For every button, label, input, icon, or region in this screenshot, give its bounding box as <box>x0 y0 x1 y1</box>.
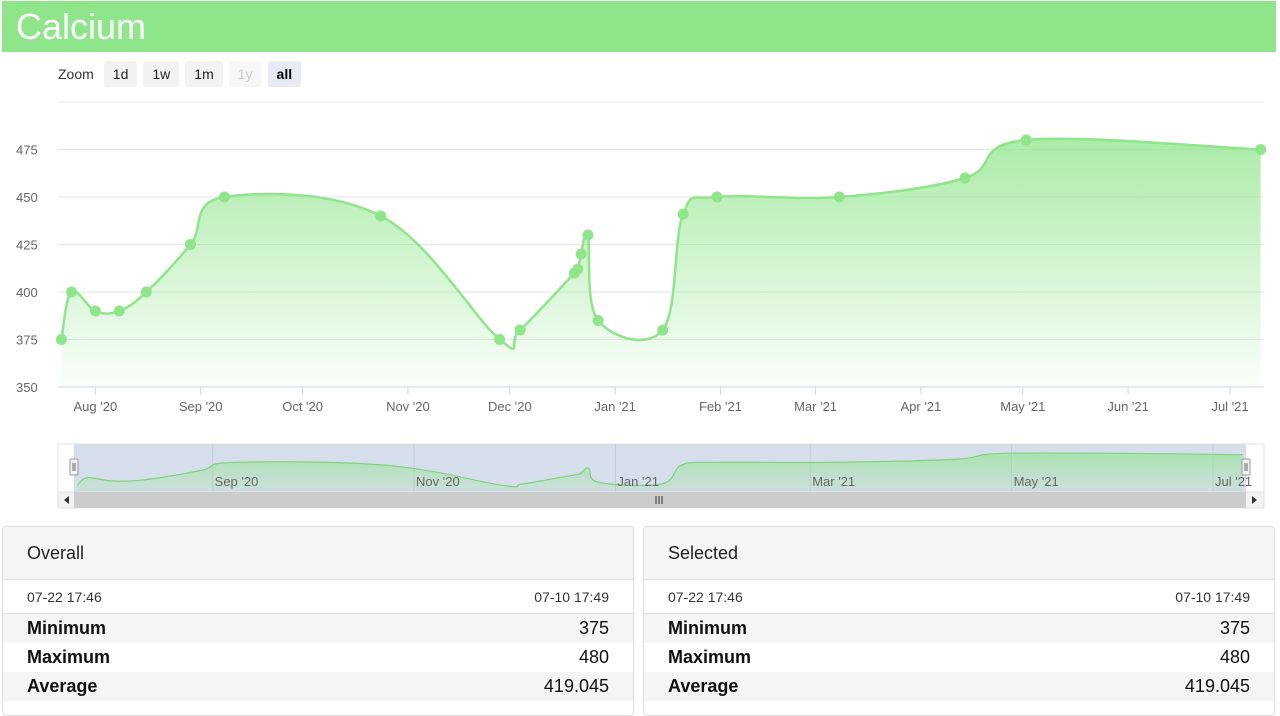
data-point <box>514 324 526 336</box>
x-axis: Aug '20 Sep '20 Oct '20 Nov '20 Dec '20 Jan '… <box>58 386 1264 414</box>
navigator[interactable]: Sep '20 Nov '20 Jan '21 Mar '21 May '21 Jul '… <box>57 443 1265 509</box>
data-point <box>657 324 669 336</box>
y-tick-label: 400 <box>16 285 38 300</box>
data-point <box>1020 134 1032 146</box>
data-point <box>89 305 101 317</box>
data-point <box>375 210 387 222</box>
stat-label: Maximum <box>668 647 752 667</box>
navigator-right-handle <box>1241 458 1251 476</box>
selected-range: 07-22 17:46 07-10 17:49 <box>644 580 1274 614</box>
scrollbar-thumb <box>74 492 1246 508</box>
navigator-tick-label: May '21 <box>1014 474 1059 489</box>
y-tick-label: 475 <box>16 143 38 158</box>
data-point <box>677 208 689 220</box>
x-tick-label: Dec '20 <box>488 399 532 414</box>
data-point <box>140 286 152 298</box>
overall-start: 07-22 17:46 <box>27 588 102 605</box>
chart: 350 375 400 425 450 475 Aug '20 Sep '20 Oct '20… <box>16 101 1267 509</box>
navigator-tick-label: Nov '20 <box>416 474 460 489</box>
x-tick-label: Mar '21 <box>794 399 837 414</box>
stat-row-minimum: Minimum 375 <box>3 614 633 643</box>
stat-value: 419.045 <box>543 676 609 696</box>
navigator-left-handle <box>69 458 79 476</box>
navigator-tick-label: Sep '20 <box>215 474 259 489</box>
data-point <box>218 191 230 203</box>
x-tick-label: Jul '21 <box>1211 399 1248 414</box>
data-point <box>833 191 845 203</box>
navigator-tick-label: Mar '21 <box>812 474 855 489</box>
overall-range: 07-22 17:46 07-10 17:49 <box>3 580 633 614</box>
x-tick-label: May '21 <box>1000 399 1045 414</box>
data-point <box>592 315 604 326</box>
stat-row-average: Average 419.045 <box>3 672 633 701</box>
x-tick-label: Nov '20 <box>386 399 430 414</box>
data-point <box>711 191 723 203</box>
x-tick-label: Sep '20 <box>179 399 223 414</box>
y-tick-label: 350 <box>16 380 38 395</box>
y-axis: 350 375 400 425 450 475 <box>16 143 38 396</box>
x-tick-label: Jan '21 <box>594 399 636 414</box>
data-point <box>1255 144 1267 155</box>
overall-panel: Overall 07-22 17:46 07-10 17:49 Minimum … <box>2 526 634 716</box>
data-point <box>55 334 67 345</box>
stat-value: 375 <box>578 618 609 638</box>
data-point <box>113 305 125 317</box>
data-point <box>572 263 584 275</box>
series-area <box>60 137 1261 387</box>
overall-title: Overall <box>3 527 633 580</box>
navigator-tick-label: Jan '21 <box>617 474 659 489</box>
stat-row-maximum: Maximum 480 <box>3 643 633 672</box>
x-tick-label: Aug '20 <box>74 399 118 414</box>
selected-panel: Selected 07-22 17:46 07-10 17:49 Minimum… <box>643 526 1275 716</box>
x-tick-label: Oct '20 <box>282 399 323 414</box>
stat-label: Minimum <box>27 618 106 638</box>
stat-row-maximum: Maximum 480 <box>644 643 1274 672</box>
selected-stats: Minimum 375 Maximum 480 Average 419.045 <box>644 614 1274 701</box>
selected-start: 07-22 17:46 <box>668 588 743 605</box>
stat-label: Average <box>668 676 739 696</box>
stat-value: 375 <box>1219 618 1250 638</box>
stat-row-average: Average 419.045 <box>644 672 1274 701</box>
selected-end: 07-10 17:49 <box>1175 588 1250 605</box>
stat-label: Minimum <box>668 618 747 638</box>
stat-value: 480 <box>1219 647 1250 667</box>
stat-label: Maximum <box>27 647 111 667</box>
overall-end: 07-10 17:49 <box>534 588 609 605</box>
stat-value: 419.045 <box>1184 676 1250 696</box>
x-tick-label: Feb '21 <box>699 399 742 414</box>
data-point <box>66 286 78 298</box>
stat-label: Average <box>27 676 98 696</box>
y-tick-label: 450 <box>16 190 38 205</box>
data-point <box>494 334 506 345</box>
data-point <box>184 239 196 250</box>
y-tick-label: 375 <box>16 333 38 348</box>
data-point <box>959 172 971 184</box>
navigator-tick-label: Jul '21 <box>1215 474 1252 489</box>
x-tick-label: Apr '21 <box>900 399 941 414</box>
selected-title: Selected <box>644 527 1274 580</box>
stat-row-minimum: Minimum 375 <box>644 614 1274 643</box>
data-point <box>582 229 594 241</box>
stat-value: 480 <box>578 647 609 667</box>
x-tick-label: Jun '21 <box>1107 399 1149 414</box>
data-point <box>575 248 587 260</box>
series-area-fill <box>61 138 1261 387</box>
y-tick-label: 425 <box>16 238 38 253</box>
overall-stats: Minimum 375 Maximum 480 Average 419.045 <box>3 614 633 701</box>
